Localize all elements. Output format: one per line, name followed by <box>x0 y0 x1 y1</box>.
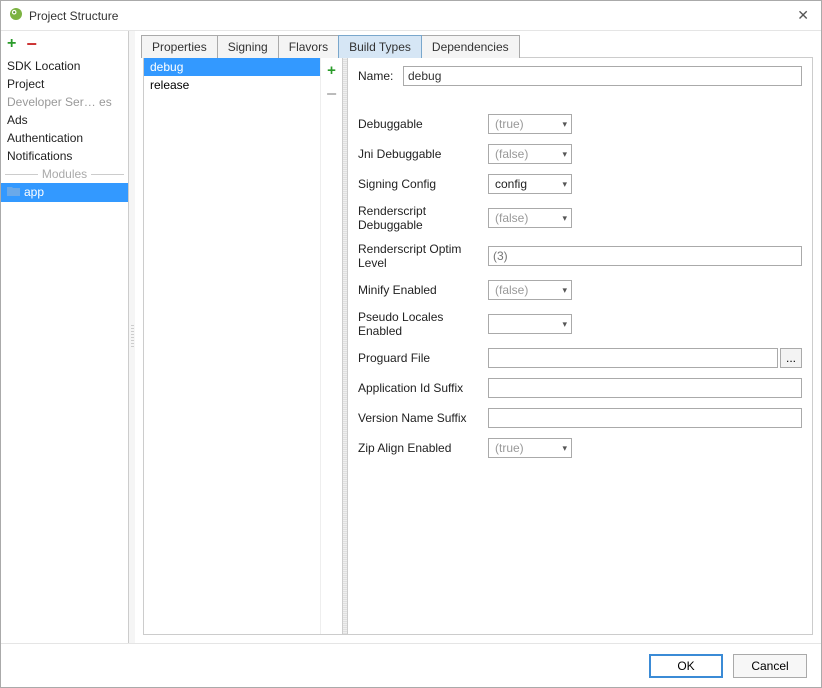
debuggable-select[interactable]: (true)▾ <box>488 114 572 134</box>
modules-separator: Modules <box>1 165 128 183</box>
chevron-down-icon: ▾ <box>562 179 567 190</box>
sidebar-item-authentication[interactable]: Authentication <box>1 129 128 147</box>
build-types-toolbar: + − <box>320 58 342 634</box>
sidebar-item-project[interactable]: Project <box>1 75 128 93</box>
sidebar-item-developer-services: Developer Ser… es <box>1 93 128 111</box>
jni-debuggable-label: Jni Debuggable <box>358 147 488 161</box>
build-type-debug[interactable]: debug <box>144 58 320 76</box>
chevron-down-icon: ▾ <box>562 213 567 224</box>
right-panel: Properties Signing Flavors Build Types D… <box>135 31 821 643</box>
remove-build-type-icon: − <box>326 89 337 99</box>
close-icon[interactable]: ✕ <box>793 7 813 24</box>
tab-build-types[interactable]: Build Types <box>338 35 422 58</box>
tab-flavors[interactable]: Flavors <box>278 35 339 58</box>
sidebar-item-notifications[interactable]: Notifications <box>1 147 128 165</box>
proguard-browse-button[interactable]: ... <box>780 348 802 368</box>
chevron-down-icon: ▾ <box>562 119 567 130</box>
build-type-form: Name: Debuggable (true)▾ Jni Debuggable … <box>348 58 812 634</box>
zip-align-enabled-select[interactable]: (true)▾ <box>488 438 572 458</box>
application-id-suffix-input[interactable] <box>488 378 802 398</box>
titlebar: Project Structure ✕ <box>1 1 821 31</box>
renderscript-optim-label: Renderscript Optim Level <box>358 242 488 270</box>
build-types-list: debug release <box>144 58 320 634</box>
version-name-suffix-input[interactable] <box>488 408 802 428</box>
version-name-suffix-label: Version Name Suffix <box>358 411 488 425</box>
chevron-down-icon: ▾ <box>562 285 567 296</box>
debuggable-label: Debuggable <box>358 117 488 131</box>
chevron-down-icon: ▾ <box>562 149 567 160</box>
minify-enabled-label: Minify Enabled <box>358 283 488 297</box>
window-title: Project Structure <box>29 9 793 23</box>
folder-icon <box>7 186 20 200</box>
cancel-button[interactable]: Cancel <box>733 654 807 678</box>
tab-dependencies[interactable]: Dependencies <box>421 35 520 58</box>
project-structure-dialog: Project Structure ✕ + − SDK Location Pro… <box>0 0 822 688</box>
tab-content: debug release + − Name: Debugga <box>143 57 813 635</box>
application-id-suffix-label: Application Id Suffix <box>358 381 488 395</box>
tab-properties[interactable]: Properties <box>141 35 218 58</box>
name-label: Name: <box>358 69 403 83</box>
proguard-file-label: Proguard File <box>358 351 488 365</box>
renderscript-debuggable-label: Renderscript Debuggable <box>358 204 488 232</box>
dialog-footer: OK Cancel <box>1 643 821 687</box>
signing-config-select[interactable]: config▾ <box>488 174 572 194</box>
left-panel: + − SDK Location Project Developer Ser… … <box>1 31 129 643</box>
pseudo-locales-label: Pseudo Locales Enabled <box>358 310 488 338</box>
proguard-file-input[interactable] <box>488 348 778 368</box>
chevron-down-icon: ▾ <box>562 319 567 330</box>
minify-enabled-select[interactable]: (false)▾ <box>488 280 572 300</box>
build-type-release[interactable]: release <box>144 76 320 94</box>
sidebar-item-sdk-location[interactable]: SDK Location <box>1 57 128 75</box>
zip-align-enabled-label: Zip Align Enabled <box>358 441 488 455</box>
chevron-down-icon: ▾ <box>562 443 567 454</box>
category-list: SDK Location Project Developer Ser… es A… <box>1 57 128 643</box>
renderscript-debuggable-select[interactable]: (false)▾ <box>488 208 572 228</box>
build-types-panel: debug release + − <box>144 58 342 634</box>
signing-config-label: Signing Config <box>358 177 488 191</box>
dialog-body: + − SDK Location Project Developer Ser… … <box>1 31 821 643</box>
tab-signing[interactable]: Signing <box>217 35 279 58</box>
sidebar-item-ads[interactable]: Ads <box>1 111 128 129</box>
add-icon[interactable]: + <box>7 35 16 53</box>
tab-bar: Properties Signing Flavors Build Types D… <box>135 31 821 57</box>
renderscript-optim-input[interactable] <box>488 246 802 266</box>
app-icon <box>9 7 23 24</box>
ok-button[interactable]: OK <box>649 654 723 678</box>
sidebar-module-app[interactable]: app <box>1 183 128 202</box>
add-build-type-icon[interactable]: + <box>327 62 336 79</box>
pseudo-locales-select[interactable]: ▾ <box>488 314 572 334</box>
left-toolbar: + − <box>1 31 128 57</box>
name-input[interactable] <box>403 66 802 86</box>
jni-debuggable-select[interactable]: (false)▾ <box>488 144 572 164</box>
remove-icon[interactable]: − <box>26 39 37 49</box>
